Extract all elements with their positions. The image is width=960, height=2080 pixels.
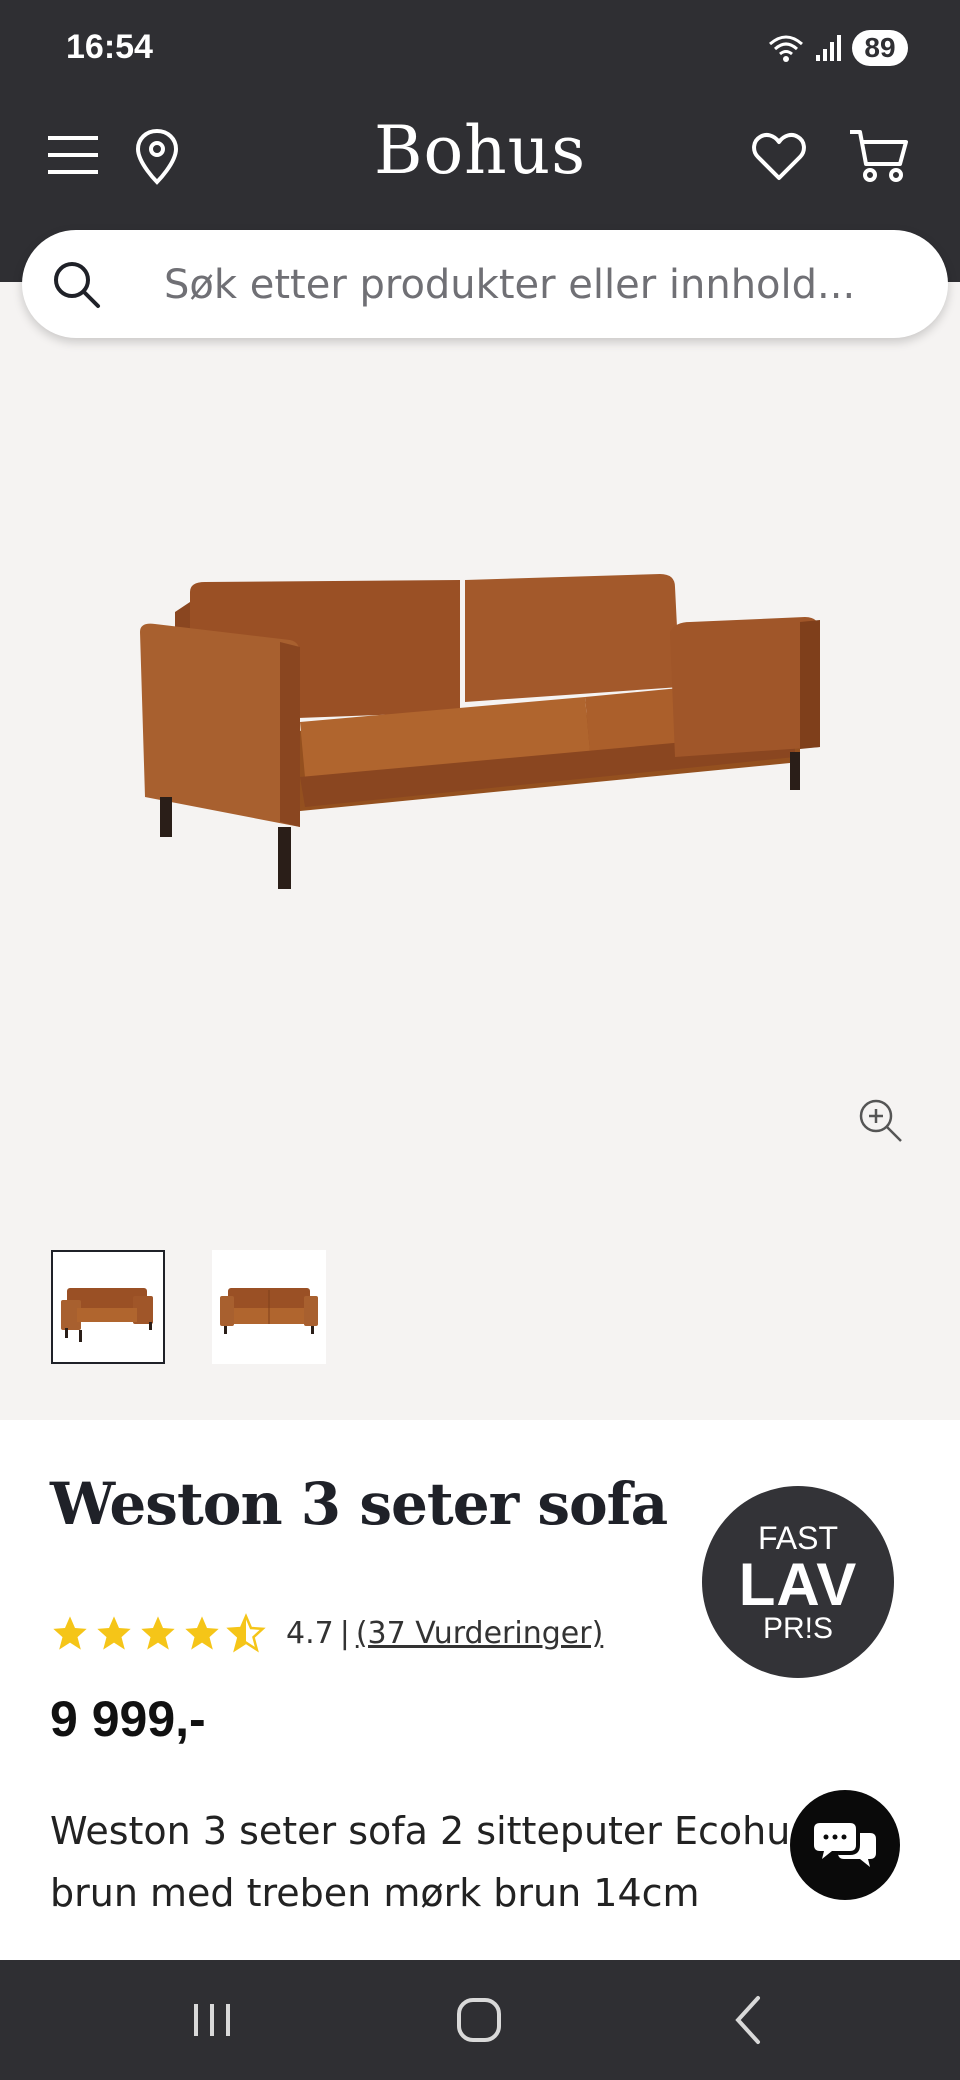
star-full-icon [141,1616,175,1650]
home-icon[interactable] [454,1990,504,2050]
rating-value: 4.7 [286,1615,334,1651]
search-input[interactable] [162,254,926,316]
product-description: Weston 3 seter sofa 2 sitteputer Ecohud … [50,1809,880,1915]
thumbnail-1[interactable] [51,1250,165,1364]
status-time: 16:54 [66,28,153,66]
status-icons: 89 [766,30,908,66]
product-title: Weston 3 seter sofa [50,1470,668,1538]
zoom-in-icon[interactable] [858,1098,904,1144]
thumbnail-2[interactable] [212,1250,326,1364]
system-nav-bar [0,1960,960,2080]
search-icon[interactable] [52,260,102,310]
star-half-icon [226,1613,266,1653]
fast-lav-pris-badge: FAST LAV PR!S [702,1486,894,1678]
rating-separator: | [339,1615,350,1651]
recent-apps-icon[interactable] [190,1990,234,2050]
heart-icon[interactable] [752,132,806,182]
chat-bubbles-icon [814,1823,876,1867]
rating-row: 4.7 | (37 Vurderinger) [50,1608,603,1658]
cart-icon[interactable] [848,128,910,184]
rating-stars [50,1613,266,1653]
back-icon[interactable] [728,1990,768,2050]
star-full-icon [185,1616,219,1650]
badge-line-3: PR!S [762,1612,834,1645]
status-bar: 16:54 89 [0,0,960,82]
chat-button[interactable] [790,1790,900,1900]
wifi-icon [769,35,803,62]
reviews-link[interactable]: (37 Vurderinger) [356,1616,603,1651]
bohus-logo[interactable]: Bohus [0,112,960,189]
signal-icon [816,35,841,61]
battery-indicator: 89 [852,30,908,66]
search-bar[interactable] [22,230,948,338]
thumbnail-sofa-angled [61,1288,153,1342]
badge-line-2: LAV [738,1551,858,1618]
product-price: 9 999,- [50,1691,206,1747]
thumbnail-sofa-front [220,1288,318,1334]
product-main-image[interactable] [130,572,830,952]
star-full-icon [97,1616,131,1650]
star-full-icon [53,1616,87,1650]
product-gallery [0,282,960,1420]
